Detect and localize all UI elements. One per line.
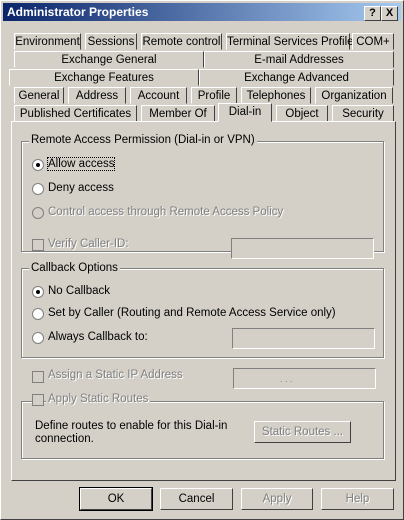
tab-address[interactable]: Address xyxy=(68,87,126,104)
ok-button[interactable]: OK xyxy=(79,487,153,511)
tab-com-plus[interactable]: COM+ xyxy=(352,33,394,50)
dial-in-panel: Remote Access Permission (Dial-in or VPN… xyxy=(11,121,396,481)
deny-access-label[interactable]: Deny access xyxy=(48,182,114,194)
static-routes-description: Define routes to enable for this Dial-in… xyxy=(35,420,228,445)
policy-access-label: Control access through Remote Access Pol… xyxy=(48,206,284,218)
tab-sessions[interactable]: Sessions xyxy=(85,33,137,50)
help-button: Help xyxy=(321,488,394,510)
title-bar[interactable]: Administrator Properties ? X xyxy=(3,3,401,21)
close-title-button[interactable]: X xyxy=(381,6,398,21)
static-routes-checkbox xyxy=(32,394,44,406)
remote-access-legend: Remote Access Permission (Dial-in or VPN… xyxy=(29,134,257,146)
tab-email-addresses[interactable]: E-mail Addresses xyxy=(204,51,394,68)
always-callback-label[interactable]: Always Callback to: xyxy=(48,331,148,343)
tab-published-certificates[interactable]: Published Certificates xyxy=(14,105,137,122)
tab-remote-control[interactable]: Remote control xyxy=(141,33,222,50)
no-callback-label[interactable]: No Callback xyxy=(48,285,110,297)
tab-object[interactable]: Object xyxy=(276,105,328,122)
static-ip-label: Assign a Static IP Address xyxy=(48,369,183,381)
properties-dialog: Administrator Properties ? X Environment… xyxy=(0,0,404,520)
always-callback-radio[interactable] xyxy=(32,332,44,344)
always-callback-field xyxy=(232,328,375,349)
static-ip-field: . . . xyxy=(233,368,376,389)
static-ip-value: . . . xyxy=(280,374,293,384)
tab-exchange-features[interactable]: Exchange Features xyxy=(9,69,199,86)
tab-terminal-services-profile[interactable]: Terminal Services Profile xyxy=(226,33,354,50)
tab-dial-in[interactable]: Dial-in xyxy=(218,103,272,122)
set-by-caller-label[interactable]: Set by Caller (Routing and Remote Access… xyxy=(48,307,336,319)
callback-legend: Callback Options xyxy=(29,262,120,274)
verify-caller-id-label: Verify Caller-ID: xyxy=(48,238,129,250)
tab-profile[interactable]: Profile xyxy=(191,87,237,104)
tab-organization[interactable]: Organization xyxy=(315,87,393,104)
window-title: Administrator Properties xyxy=(7,5,149,19)
tab-general[interactable]: General xyxy=(14,87,64,104)
tab-member-of[interactable]: Member Of xyxy=(141,105,215,122)
set-by-caller-radio[interactable] xyxy=(32,308,44,320)
static-routes-label: Apply Static Routes xyxy=(46,393,151,405)
verify-caller-id-field xyxy=(231,238,374,259)
apply-button: Apply xyxy=(241,488,313,510)
tab-exchange-advanced[interactable]: Exchange Advanced xyxy=(199,69,394,86)
tab-security[interactable]: Security xyxy=(332,105,394,122)
cancel-button[interactable]: Cancel xyxy=(160,488,233,510)
no-callback-radio[interactable] xyxy=(32,286,44,298)
policy-access-radio xyxy=(32,207,44,219)
allow-access-label[interactable]: Allow access xyxy=(46,157,116,171)
tab-telephones[interactable]: Telephones xyxy=(241,87,311,104)
allow-access-radio[interactable] xyxy=(32,159,44,171)
tab-exchange-general[interactable]: Exchange General xyxy=(14,51,204,68)
tab-account[interactable]: Account xyxy=(130,87,187,104)
help-title-button[interactable]: ? xyxy=(364,6,381,21)
static-routes-button: Static Routes ... xyxy=(254,421,351,443)
tab-environment[interactable]: Environment xyxy=(14,33,81,50)
deny-access-radio[interactable] xyxy=(32,183,44,195)
static-ip-checkbox xyxy=(32,371,44,383)
verify-caller-id-checkbox xyxy=(32,239,44,251)
